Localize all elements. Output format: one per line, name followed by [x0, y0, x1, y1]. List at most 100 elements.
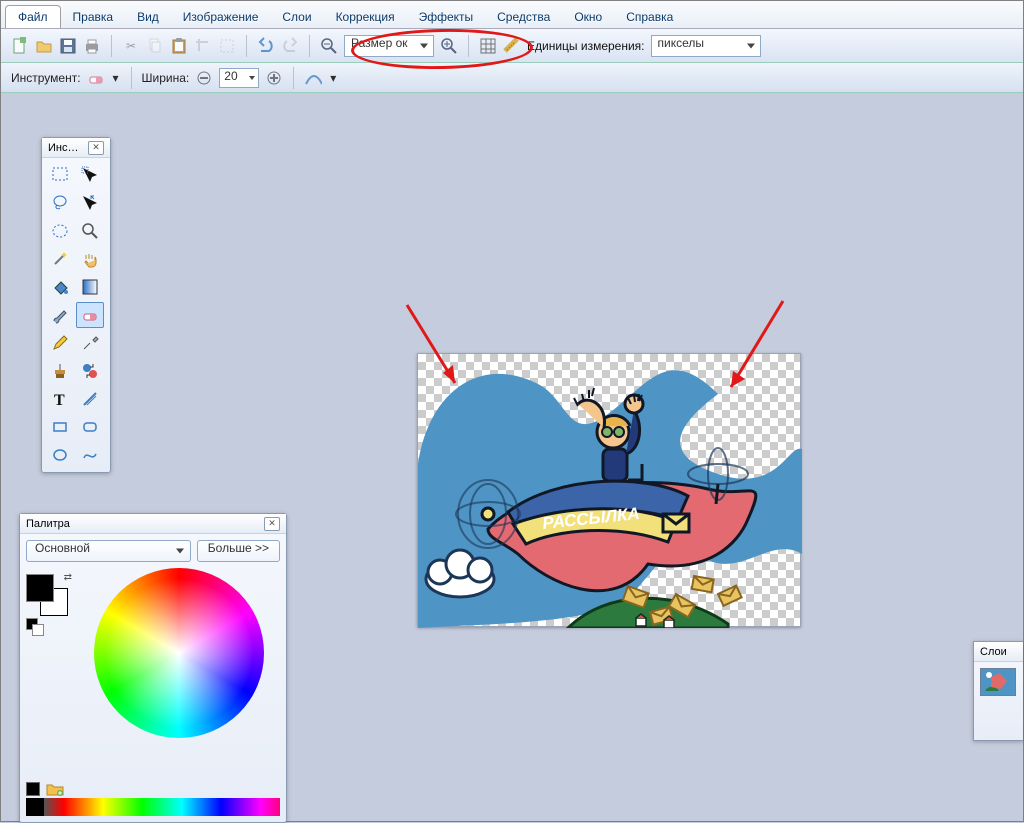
width-value: 20	[224, 69, 237, 83]
width-decrease-icon[interactable]	[195, 69, 213, 87]
tool-ellipse-select[interactable]	[46, 218, 74, 244]
width-value-select[interactable]: 20	[219, 68, 259, 88]
main-toolbar: ✂ Размер ок Единицы измерения: пикселы	[1, 29, 1023, 63]
color-strip[interactable]	[26, 798, 280, 816]
tool-gradient[interactable]	[76, 274, 104, 300]
layers-panel[interactable]: Слои	[973, 641, 1023, 741]
save-icon[interactable]	[59, 37, 77, 55]
tools-grid: T	[42, 158, 110, 472]
foreground-color-swatch[interactable]	[26, 574, 54, 602]
close-icon[interactable]: ✕	[264, 517, 280, 531]
menu-image[interactable]: Изображение	[171, 6, 271, 28]
menu-edit[interactable]: Правка	[61, 6, 126, 28]
redo-icon[interactable]	[281, 37, 299, 55]
menu-help[interactable]: Справка	[614, 6, 685, 28]
separator	[246, 35, 247, 57]
tool-rounded-rect[interactable]	[76, 414, 104, 440]
tool-line[interactable]	[76, 386, 104, 412]
layers-panel-title: Слои	[980, 646, 1007, 658]
zoom-level-text: Размер ок	[351, 36, 408, 50]
tool-move[interactable]	[76, 190, 104, 216]
tool-dropdown-icon[interactable]: ▾	[111, 69, 121, 87]
separator	[131, 67, 132, 89]
menu-layers[interactable]: Слои	[270, 6, 323, 28]
grid-icon[interactable]	[479, 37, 497, 55]
palette-panel[interactable]: Палитра ✕ Основной Больше >> ⇄	[19, 513, 287, 823]
menu-view[interactable]: Вид	[125, 6, 171, 28]
default-colors-icon[interactable]	[26, 618, 36, 628]
copy-icon[interactable]	[146, 37, 164, 55]
menu-file[interactable]: Файл	[5, 5, 61, 28]
print-icon[interactable]	[83, 37, 101, 55]
palette-body: Основной Больше >> ⇄	[20, 534, 286, 744]
antialias-dropdown-icon[interactable]: ▾	[328, 69, 338, 87]
tool-lasso[interactable]	[46, 190, 74, 216]
separator	[111, 35, 112, 57]
menu-bar: Файл Правка Вид Изображение Слои Коррекц…	[1, 1, 1023, 29]
antialias-icon[interactable]	[304, 69, 322, 87]
ruler-icon[interactable]	[503, 37, 521, 55]
svg-text:T: T	[54, 392, 65, 408]
tool-clone[interactable]	[46, 358, 74, 384]
palette-mini-row	[26, 782, 62, 796]
deselect-icon[interactable]	[218, 37, 236, 55]
menu-correction[interactable]: Коррекция	[324, 6, 407, 28]
canvas-image: РАССЫЛКА	[418, 354, 800, 626]
canvas-document[interactable]: РАССЫЛКА	[417, 353, 801, 627]
separator	[293, 67, 294, 89]
tool-ellipse[interactable]	[46, 442, 74, 468]
palette-folder-icon[interactable]	[46, 782, 62, 796]
tool-brush[interactable]	[46, 302, 74, 328]
tool-zoom[interactable]	[76, 218, 104, 244]
recent-color-swatch[interactable]	[26, 782, 40, 796]
palette-panel-title: Палитра	[26, 518, 70, 530]
tools-panel[interactable]: Инс… ✕ T	[41, 137, 111, 473]
zoom-out-icon[interactable]	[320, 37, 338, 55]
swap-colors-icon[interactable]: ⇄	[64, 572, 72, 583]
color-wheel[interactable]	[94, 568, 264, 738]
tools-panel-title-bar[interactable]: Инс… ✕	[42, 138, 110, 158]
tool-rect-select[interactable]	[46, 162, 74, 188]
eraser-tool-icon[interactable]	[87, 69, 105, 87]
tools-panel-title: Инс…	[48, 142, 78, 154]
menu-tools[interactable]: Средства	[485, 6, 562, 28]
separator	[468, 35, 469, 57]
undo-icon[interactable]	[257, 37, 275, 55]
current-tool-label: Инструмент:	[11, 71, 81, 85]
tool-options-bar: Инструмент: ▾ Ширина: 20 ▾	[1, 63, 1023, 93]
tool-pencil[interactable]	[46, 330, 74, 356]
tool-picker[interactable]	[76, 330, 104, 356]
tool-freeform[interactable]	[76, 442, 104, 468]
width-increase-icon[interactable]	[265, 69, 283, 87]
tool-text[interactable]: T	[46, 386, 74, 412]
zoom-level-select[interactable]: Размер ок	[344, 35, 434, 57]
palette-mode-select[interactable]: Основной	[26, 540, 191, 562]
tool-move-selection[interactable]	[76, 162, 104, 188]
separator	[309, 35, 310, 57]
close-icon[interactable]: ✕	[88, 141, 104, 155]
tool-magic-wand[interactable]	[46, 246, 74, 272]
cut-icon[interactable]: ✂	[122, 37, 140, 55]
color-swatches[interactable]: ⇄	[26, 574, 70, 618]
units-value: пикселы	[658, 36, 705, 50]
tool-eraser[interactable]	[76, 302, 104, 328]
menu-window[interactable]: Окно	[562, 6, 614, 28]
tool-bucket[interactable]	[46, 274, 74, 300]
crop-icon[interactable]	[194, 37, 212, 55]
zoom-in-icon[interactable]	[440, 37, 458, 55]
workspace: Инс… ✕ T	[1, 95, 1023, 821]
layer-thumbnail[interactable]	[980, 668, 1016, 696]
palette-mode-value: Основной	[35, 541, 90, 555]
width-label: Ширина:	[142, 71, 190, 85]
palette-panel-title-bar[interactable]: Палитра ✕	[20, 514, 286, 534]
tool-rect[interactable]	[46, 414, 74, 440]
tool-replace-color[interactable]	[76, 358, 104, 384]
tool-pan[interactable]	[76, 246, 104, 272]
layers-panel-title-bar[interactable]: Слои	[974, 642, 1023, 662]
palette-more-button[interactable]: Больше >>	[197, 540, 280, 562]
menu-effects[interactable]: Эффекты	[407, 6, 486, 28]
open-file-icon[interactable]	[35, 37, 53, 55]
paste-icon[interactable]	[170, 37, 188, 55]
new-file-icon[interactable]	[11, 37, 29, 55]
units-select[interactable]: пикселы	[651, 35, 761, 57]
